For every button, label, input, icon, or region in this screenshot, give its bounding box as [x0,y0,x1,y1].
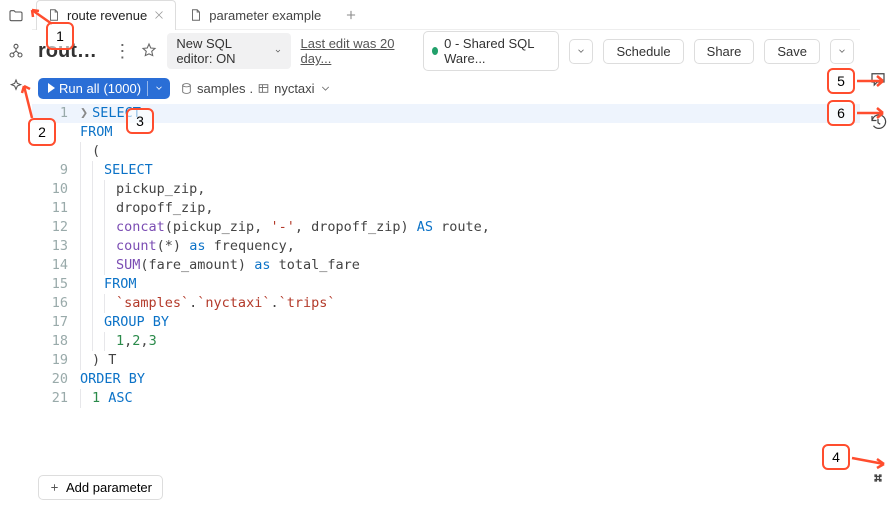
callout-6: 6 [827,100,855,126]
code-area[interactable]: ❯SELECTFROM(SELECTpickup_zip,dropoff_zip… [80,104,860,408]
chevron-down-icon [154,83,164,93]
add-parameter-label: Add parameter [66,480,152,495]
tab-label: parameter example [209,8,321,23]
plus-icon [49,482,60,493]
new-sql-editor-toggle[interactable]: New SQL editor: ON [167,33,290,69]
chevron-down-icon [576,46,586,56]
close-icon[interactable] [153,9,165,21]
sql-editor[interactable]: 19101112131415161718192021 ❯SELECTFROM(S… [32,104,860,512]
shortcut-icon[interactable] [869,469,887,490]
database-icon [180,82,193,95]
callout-1: 1 [46,22,74,50]
chevron-down-icon [319,82,332,95]
save-button[interactable]: Save [764,39,820,64]
cluster-label: 0 - Shared SQL Ware... [444,36,550,66]
star-icon[interactable] [141,42,157,61]
breadcrumb-table: nyctaxi [274,81,314,96]
tab-parameter-example[interactable]: parameter example [178,0,332,30]
callout-4: 4 [822,444,850,470]
chevron-down-icon [837,46,847,56]
schedule-button[interactable]: Schedule [603,39,683,64]
run-all-button[interactable]: Run all (1000) [38,78,170,99]
callout-2: 2 [28,118,56,146]
table-icon [257,82,270,95]
kebab-menu-icon[interactable]: ⋮ [113,41,131,62]
schema-icon[interactable] [8,43,24,62]
run-label: Run all [59,81,99,96]
breadcrumb-db: samples [197,81,245,96]
save-caret[interactable] [830,39,854,64]
tab-bar: route revenue parameter example [32,0,860,30]
chevron-down-icon [274,46,282,56]
run-count: (1000) [103,81,141,96]
last-edit-link[interactable]: Last edit was 20 day... [301,36,403,66]
callout-3: 3 [126,108,154,134]
breadcrumb[interactable]: samples . nyctaxi [180,81,332,96]
file-icon [189,8,203,22]
share-button[interactable]: Share [694,39,755,64]
add-parameter-button[interactable]: Add parameter [38,475,163,500]
toggle-label: New SQL editor: ON [176,36,269,66]
line-gutter: 19101112131415161718192021 [32,104,76,408]
folder-icon[interactable] [8,8,24,27]
play-icon [48,83,55,93]
add-tab-button[interactable] [334,8,368,22]
callout-5: 5 [827,68,855,94]
cluster-select[interactable]: 0 - Shared SQL Ware... [423,31,560,71]
cluster-caret[interactable] [569,39,593,64]
tab-label: route revenue [67,8,147,23]
status-dot-icon [432,47,438,55]
